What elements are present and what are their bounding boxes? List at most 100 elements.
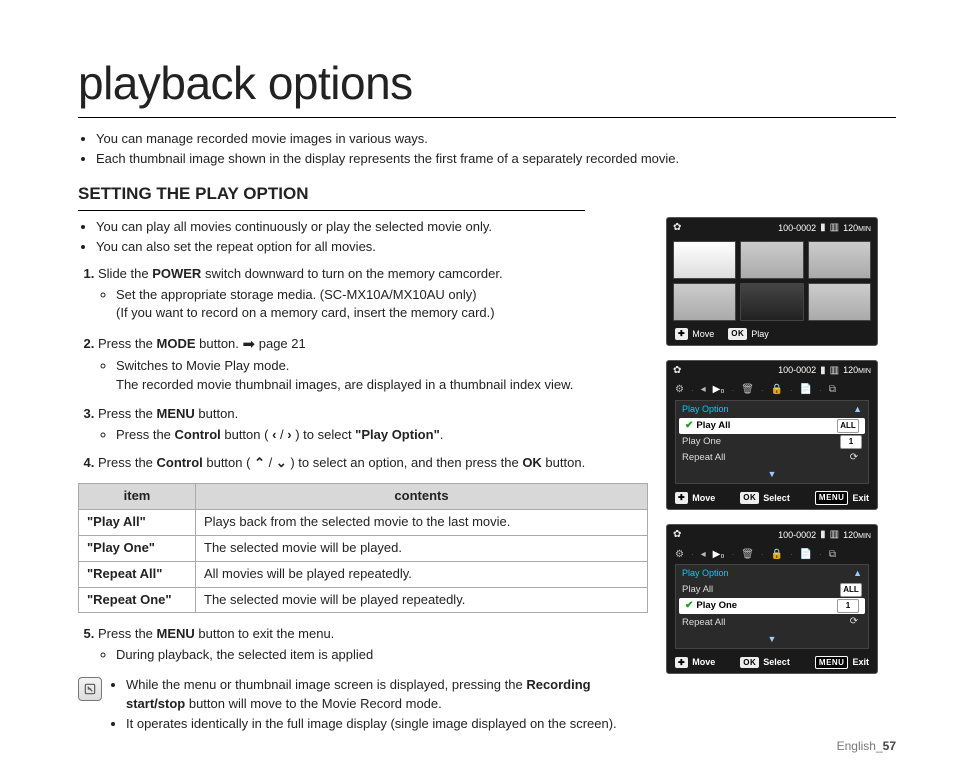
hint-move: ✚Move [675, 656, 715, 669]
play-option-tab-icon[interactable]: ▶₀ [713, 548, 725, 563]
gear-small-icon: ⚙ [675, 548, 684, 563]
aspect-tab-icon[interactable]: ⧉ [829, 548, 836, 563]
chevron-up-icon: ▲ [853, 403, 862, 416]
repeat-all-icon: ⟳ [846, 451, 862, 466]
step-3: Press the MENU button. Press the Control… [98, 405, 648, 445]
play-one-icon: 1 [837, 599, 859, 613]
thumbnail[interactable] [808, 241, 871, 279]
hint-exit: MENUExit [815, 491, 869, 505]
gear-small-icon: ⚙ [675, 383, 684, 398]
play-all-icon: ALL [837, 419, 859, 433]
note-block: While the menu or thumbnail image screen… [78, 675, 648, 735]
battery-icon: ▥ [830, 364, 839, 379]
chevron-down-icon: ▼ [768, 633, 777, 646]
settings-icon: ✿ [673, 221, 681, 236]
file-counter: 100-0002 [778, 529, 816, 542]
thumbnail[interactable] [740, 283, 803, 321]
menu-item-play-all[interactable]: ✔Play All ALL [679, 418, 865, 435]
down-angle-icon: ⌄ [276, 454, 287, 473]
thumbnail[interactable] [808, 283, 871, 321]
menu-item-play-all[interactable]: Play All ALL [676, 582, 868, 598]
menu-tab-row: ⚙· ◂ ▶₀· 🗑· 🔒· 📄· ⧉ [667, 380, 877, 400]
battery-icon: ▥ [830, 528, 839, 543]
page-title: playback options [78, 50, 896, 118]
table-row: "Play One" The selected movie will be pl… [79, 535, 648, 561]
copy-tab-icon[interactable]: 📄 [800, 548, 812, 563]
menu-item-repeat-all[interactable]: Repeat All ⟳ [676, 614, 868, 631]
repeat-all-icon: ⟳ [846, 615, 862, 630]
section-heading: SETTING THE PLAY OPTION [78, 182, 585, 211]
chevron-up-icon: ▲ [853, 567, 862, 580]
instruction-column: You can play all movies continuously or … [78, 217, 648, 735]
thumbnail[interactable] [673, 283, 736, 321]
menu-panel: Play Option ▲ Play All ALL ✔Play One 1 R… [675, 564, 869, 649]
play-one-icon: 1 [840, 435, 862, 449]
hint-move: ✚Move [675, 492, 715, 505]
play-option-table: item contents "Play All" Plays back from… [78, 483, 648, 613]
thumbnail-grid [667, 238, 877, 325]
thumbnail[interactable] [740, 241, 803, 279]
hint-select: OKSelect [740, 656, 790, 669]
intro-bullets: You can manage recorded movie images in … [78, 130, 896, 169]
menu-item-repeat-all[interactable]: Repeat All ⟳ [676, 450, 868, 467]
menu-title: Play Option [682, 403, 729, 416]
chevron-down-icon: ▼ [768, 468, 777, 481]
hint-play: OKPlay [728, 328, 769, 341]
delete-tab-icon[interactable]: 🗑 [741, 548, 754, 563]
protect-tab-icon[interactable]: 🔒 [771, 383, 783, 398]
step-2-sub: Switches to Movie Play mode. The recorde… [116, 357, 648, 395]
lcd-menu-play-one: ✿ 100-0002 ▮ ▥ 120MIN ⚙· ◂ ▶₀· 🗑· 🔒· 📄· [666, 524, 878, 674]
file-counter: 100-0002 [778, 364, 816, 377]
intro-item: Each thumbnail image shown in the displa… [96, 150, 896, 169]
table-row: "Repeat All" All movies will be played r… [79, 561, 648, 587]
table-row: "Repeat One" The selected movie will be … [79, 587, 648, 613]
card-icon: ▮ [820, 221, 826, 236]
copy-tab-icon[interactable]: 📄 [800, 383, 812, 398]
note-item: It operates identically in the full imag… [126, 715, 648, 734]
play-option-tab-icon[interactable]: ▶₀ [713, 383, 725, 398]
step-3-sub: Press the Control button ( ‹ / › ) to se… [116, 426, 648, 445]
menu-item-play-one[interactable]: ✔Play One 1 [679, 598, 865, 615]
settings-icon: ✿ [673, 528, 681, 543]
hint-move: ✚Move [675, 328, 714, 341]
step-list-cont: Press the MENU button to exit the menu. … [78, 625, 648, 665]
menu-item-play-one[interactable]: Play One 1 [676, 434, 868, 450]
step-2: Press the MODE button. ➡ page 21 Switche… [98, 333, 648, 394]
menu-title: Play Option [682, 567, 729, 580]
step-4: Press the Control button ( ⌃ / ⌄ ) to se… [98, 454, 648, 473]
thumbnail[interactable] [673, 241, 736, 279]
note-icon [78, 677, 102, 701]
lcd-thumbnail-view: ✿ 100-0002 ▮ ▥ 120MIN [666, 217, 878, 346]
menu-tab-row: ⚙· ◂ ▶₀· 🗑· 🔒· 📄· ⧉ [667, 545, 877, 565]
play-all-icon: ALL [840, 583, 862, 597]
aspect-tab-icon[interactable]: ⧉ [829, 383, 836, 398]
page-footer: English_57 [837, 738, 896, 755]
sub-intro-item: You can also set the repeat option for a… [96, 238, 648, 257]
battery-icon: ▥ [830, 221, 839, 236]
hint-exit: MENUExit [815, 656, 869, 670]
settings-icon: ✿ [673, 364, 681, 379]
table-head-contents: contents [196, 484, 648, 510]
step-list: Slide the POWER switch downward to turn … [78, 265, 648, 474]
table-head-item: item [79, 484, 196, 510]
protect-tab-icon[interactable]: 🔒 [771, 548, 783, 563]
sub-intro-item: You can play all movies continuously or … [96, 218, 648, 237]
sub-intro-bullets: You can play all movies continuously or … [78, 218, 648, 257]
card-icon: ▮ [820, 364, 826, 379]
lcd-menu-play-all: ✿ 100-0002 ▮ ▥ 120MIN ⚙· ◂ ▶₀· 🗑· 🔒· 📄· [666, 360, 878, 510]
check-icon: ✔ [685, 600, 693, 611]
up-angle-icon: ⌃ [254, 454, 265, 473]
delete-tab-icon[interactable]: 🗑 [741, 383, 754, 398]
two-column-layout: You can play all movies continuously or … [78, 217, 896, 735]
table-row: "Play All" Plays back from the selected … [79, 510, 648, 536]
step-5: Press the MENU button to exit the menu. … [98, 625, 648, 665]
step-1-sub: Set the appropriate storage media. (SC-M… [116, 286, 648, 324]
check-icon: ✔ [685, 420, 693, 431]
card-icon: ▮ [820, 528, 826, 543]
file-counter: 100-0002 [778, 222, 816, 235]
arrow-icon: ➡ [243, 336, 256, 353]
hint-select: OKSelect [740, 492, 790, 505]
lcd-column: ✿ 100-0002 ▮ ▥ 120MIN [666, 217, 878, 735]
step-1: Slide the POWER switch downward to turn … [98, 265, 648, 324]
intro-item: You can manage recorded movie images in … [96, 130, 896, 149]
